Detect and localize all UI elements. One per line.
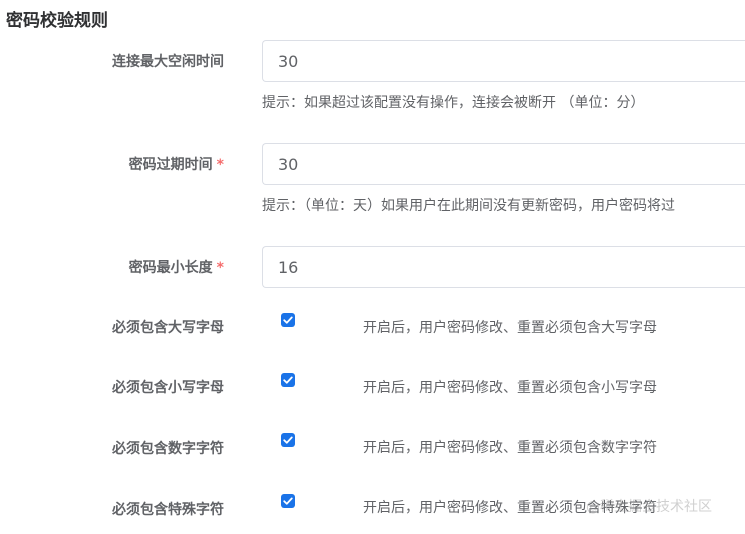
required-mark: *	[216, 157, 224, 173]
idle-timeout-hint: 提示：如果超过该配置没有操作，连接会被断开 （单位：分）	[262, 95, 645, 111]
require-lowercase-label-text: 必须包含小写字母	[112, 380, 224, 396]
password-min-length-label: 密码最小长度 *	[129, 257, 224, 277]
require-digit-label: 必须包含数字字符	[112, 438, 224, 458]
require-lowercase-description: 开启后，用户密码修改、重置必须包含小写字母	[363, 380, 657, 396]
checkmark-icon	[283, 376, 293, 384]
password-expiry-hint: 提示：（单位：天）如果用户在此期间没有更新密码，用户密码将过	[262, 198, 675, 214]
require-digit-description: 开启后，用户密码修改、重置必须包含数字字符	[363, 440, 657, 456]
require-digit-label-text: 必须包含数字字符	[112, 441, 224, 457]
require-special-label: 必须包含特殊字符	[112, 499, 224, 519]
idle-timeout-label: 连接最大空闲时间	[112, 51, 224, 71]
require-lowercase-checkbox[interactable]	[281, 373, 295, 387]
checkmark-icon	[283, 316, 293, 324]
password-min-length-input[interactable]	[262, 246, 745, 288]
password-min-length-label-text: 密码最小长度	[128, 260, 213, 276]
required-mark: *	[216, 260, 224, 276]
idle-timeout-label-text: 连接最大空闲时间	[112, 54, 224, 70]
watermark: @稀土掘金技术社区	[586, 499, 712, 515]
require-special-checkbox[interactable]	[281, 494, 295, 508]
require-lowercase-label: 必须包含小写字母	[112, 377, 224, 397]
require-uppercase-label-text: 必须包含大写字母	[112, 320, 224, 336]
password-expiry-input[interactable]	[262, 143, 745, 185]
checkmark-icon	[283, 497, 293, 505]
password-expiry-label-text: 密码过期时间	[128, 157, 213, 173]
require-special-label-text: 必须包含特殊字符	[112, 502, 224, 518]
require-uppercase-description: 开启后，用户密码修改、重置必须包含大写字母	[363, 320, 657, 336]
idle-timeout-input[interactable]	[262, 40, 745, 82]
section-title: 密码校验规则	[6, 11, 108, 31]
password-expiry-label: 密码过期时间 *	[129, 154, 224, 174]
require-uppercase-checkbox[interactable]	[281, 313, 295, 327]
require-digit-checkbox[interactable]	[281, 433, 295, 447]
checkmark-icon	[283, 436, 293, 444]
require-uppercase-label: 必须包含大写字母	[112, 317, 224, 337]
